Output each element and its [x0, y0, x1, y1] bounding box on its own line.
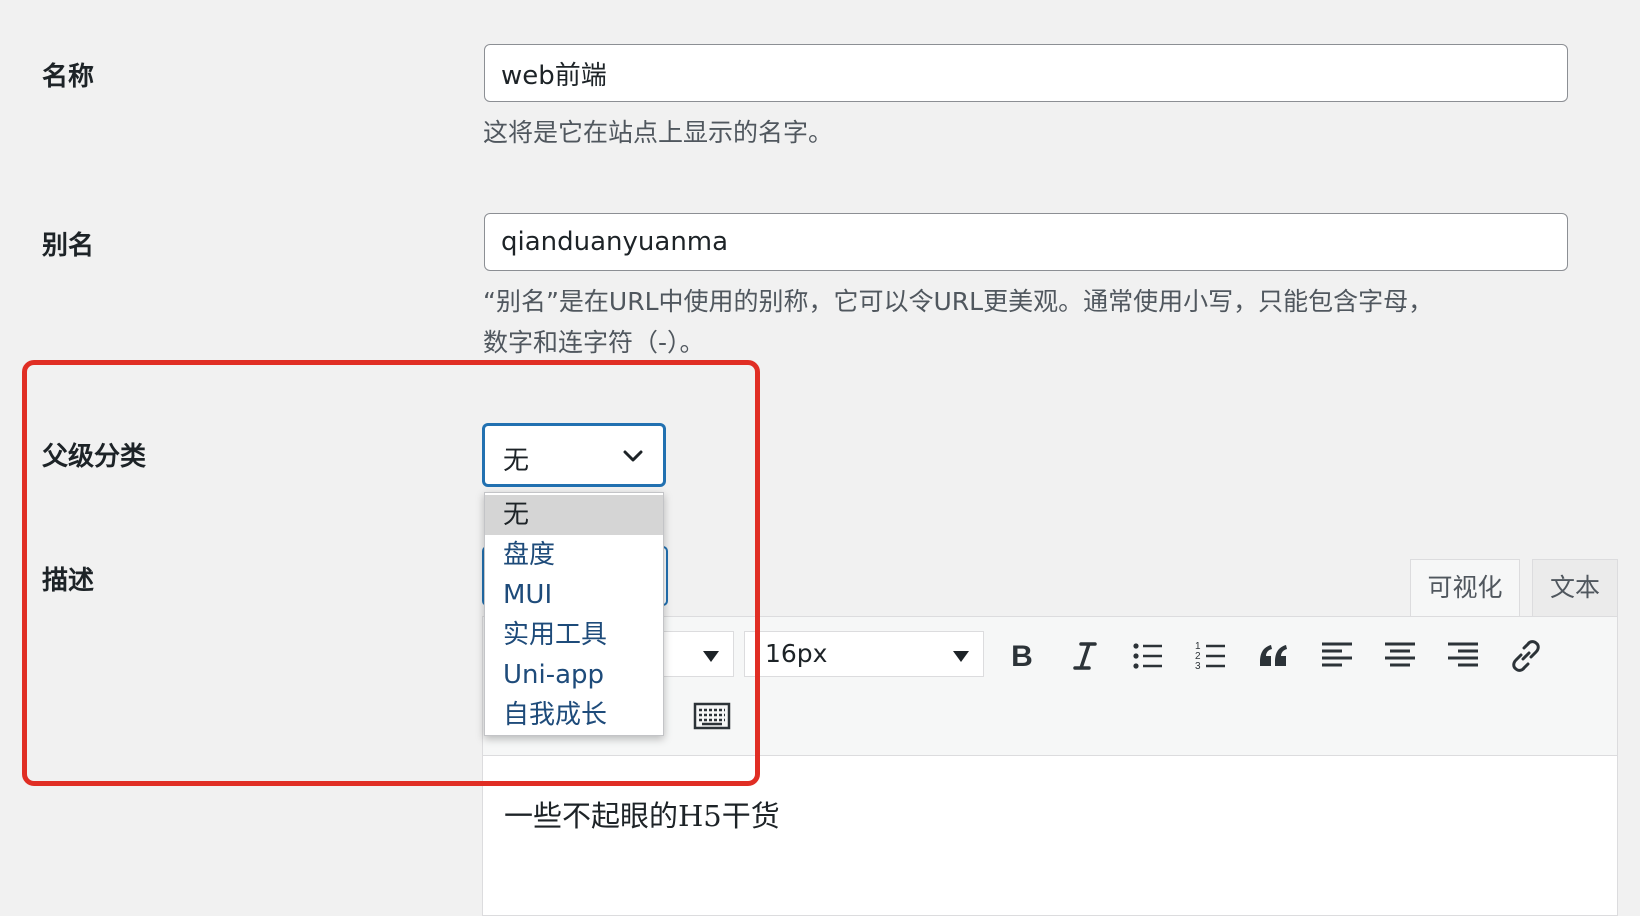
bulleted-list-icon: [1133, 643, 1162, 669]
parent-option[interactable]: MUI: [485, 575, 663, 615]
svg-text:3: 3: [1195, 661, 1201, 672]
font-size-select[interactable]: 16px: [744, 631, 984, 677]
align-left-button[interactable]: [1315, 634, 1359, 678]
parent-option[interactable]: 实用工具: [485, 615, 663, 655]
blockquote-icon: [1260, 645, 1287, 666]
align-right-icon: [1448, 642, 1478, 667]
tab-visual[interactable]: 可视化: [1410, 559, 1520, 619]
name-help: 这将是它在站点上显示的名字。: [483, 118, 834, 147]
blockquote-button[interactable]: [1252, 634, 1296, 678]
description-content: 一些不起眼的H5干货: [504, 799, 780, 833]
description-label: 描述: [42, 566, 95, 596]
link-button[interactable]: [1504, 634, 1548, 678]
align-center-button[interactable]: [1378, 634, 1422, 678]
numbered-list-icon: 1 2 3: [1195, 641, 1225, 672]
parent-option[interactable]: 无: [485, 495, 663, 535]
keyboard-button[interactable]: [690, 694, 734, 738]
link-icon: [1512, 640, 1540, 672]
slug-help-line-2: 数字和连字符（-）。: [483, 328, 705, 357]
italic-button[interactable]: [1063, 634, 1107, 678]
parent-option[interactable]: 盘度: [485, 535, 663, 575]
parent-category-select[interactable]: 无: [483, 424, 665, 486]
slug-label: 别名: [42, 231, 95, 261]
bold-icon: B: [1011, 640, 1033, 673]
slug-help-line-1: “别名”是在URL中使用的别称，它可以令URL更美观。通常使用小写，只能包含字母…: [483, 287, 1434, 316]
dropdown-arrow-icon: [703, 651, 719, 662]
slug-input[interactable]: [484, 213, 1568, 271]
name-input[interactable]: [484, 44, 1568, 102]
numbered-list-button[interactable]: 1 2 3: [1189, 634, 1233, 678]
bulleted-list-button[interactable]: [1126, 634, 1170, 678]
tab-text[interactable]: 文本: [1532, 559, 1618, 617]
italic-icon: [1073, 642, 1097, 670]
align-center-icon: [1385, 642, 1415, 667]
keyboard-icon: [693, 702, 731, 730]
align-left-icon: [1322, 642, 1352, 667]
parent-option[interactable]: 自我成长: [485, 695, 663, 735]
parent-option[interactable]: Uni-app: [485, 655, 663, 695]
parent-category-dropdown[interactable]: 无 盘度 MUI 实用工具 Uni-app 自我成长: [484, 492, 664, 736]
svg-text:B: B: [1011, 640, 1033, 673]
font-size-value: 16px: [765, 639, 828, 668]
parent-label: 父级分类: [42, 442, 147, 472]
parent-selected-value: 无: [503, 446, 530, 476]
name-label: 名称: [42, 62, 95, 92]
bold-button[interactable]: B: [1000, 634, 1044, 678]
chevron-down-icon: [623, 450, 643, 462]
dropdown-arrow-icon: [953, 651, 969, 662]
align-right-button[interactable]: [1441, 634, 1485, 678]
